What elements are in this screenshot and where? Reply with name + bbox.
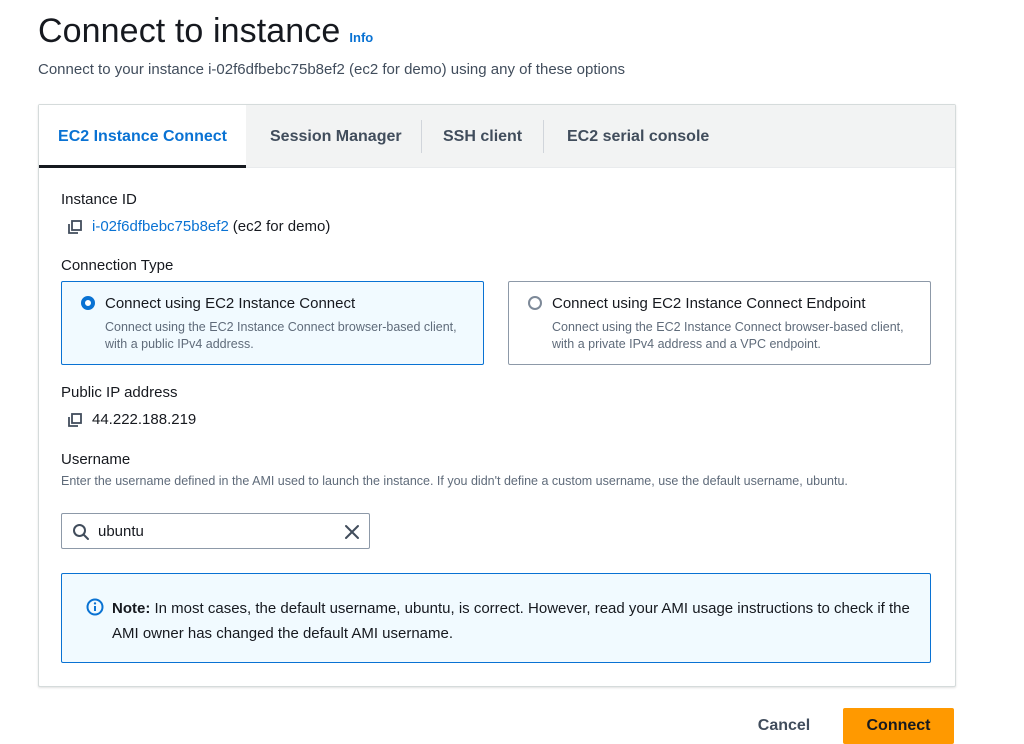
- option-title: Connect using EC2 Instance Connect Endpo…: [552, 295, 866, 312]
- tab-label: EC2 serial console: [567, 128, 710, 145]
- page-subtitle: Connect to your instance i-02f6dfbebc75b…: [38, 61, 626, 78]
- tab-label: Session Manager: [270, 128, 402, 145]
- tab-ec2-serial-console[interactable]: EC2 serial console: [567, 105, 709, 167]
- tab-divider: [421, 120, 422, 153]
- tab-session-manager[interactable]: Session Manager: [270, 105, 402, 167]
- active-tab-indicator: [39, 165, 246, 168]
- username-label: Username: [61, 451, 131, 468]
- instance-id-link[interactable]: i-02f6dfbebc75b8ef2: [92, 218, 229, 235]
- connect-options-panel: EC2 Instance Connect Session Manager SSH…: [38, 104, 956, 687]
- alert-body: In most cases, the default username, ubu…: [112, 600, 910, 642]
- cancel-button[interactable]: Cancel: [742, 708, 826, 744]
- tab-ec2-instance-connect[interactable]: EC2 Instance Connect: [39, 105, 246, 168]
- public-ip-label: Public IP address: [61, 384, 178, 401]
- instance-id-label: Instance ID: [61, 191, 137, 208]
- username-help-text: Enter the username defined in the AMI us…: [61, 474, 848, 488]
- radio-button[interactable]: [81, 296, 95, 310]
- connect-button[interactable]: Connect: [843, 708, 954, 744]
- radio-button[interactable]: [528, 296, 542, 310]
- public-ip-value: 44.222.188.219: [92, 411, 197, 428]
- close-icon[interactable]: [343, 523, 361, 541]
- connection-option-public[interactable]: Connect using EC2 Instance Connect Conne…: [61, 281, 484, 365]
- option-description: Connect using the EC2 Instance Connect b…: [552, 320, 904, 351]
- tabs-bar: EC2 Instance Connect Session Manager SSH…: [39, 105, 955, 168]
- connection-type-label: Connection Type: [61, 257, 174, 274]
- option-description: Connect using the EC2 Instance Connect b…: [105, 320, 457, 351]
- public-ip-row: 44.222.188.219: [67, 411, 196, 428]
- info-icon: [86, 598, 104, 616]
- tab-ssh-client[interactable]: SSH client: [443, 105, 522, 167]
- connection-option-endpoint[interactable]: Connect using EC2 Instance Connect Endpo…: [508, 281, 931, 365]
- tab-label: EC2 Instance Connect: [58, 128, 227, 145]
- alert-prefix: Note:: [112, 600, 151, 617]
- page-title: Connect to instance: [38, 12, 341, 50]
- username-field[interactable]: [61, 513, 370, 549]
- tab-label: SSH client: [443, 128, 523, 145]
- option-title: Connect using EC2 Instance Connect: [105, 295, 356, 312]
- page-header: Connect to instance Info: [38, 12, 373, 51]
- username-input[interactable]: [98, 519, 326, 543]
- info-alert: Note: In most cases, the default usernam…: [61, 573, 931, 663]
- copy-icon[interactable]: [67, 412, 83, 428]
- copy-icon[interactable]: [67, 219, 83, 235]
- instance-name: (ec2 for demo): [232, 218, 331, 235]
- search-icon: [72, 523, 90, 541]
- info-link[interactable]: Info: [349, 30, 373, 45]
- tab-divider: [543, 120, 544, 153]
- instance-id-row: i-02f6dfbebc75b8ef2 (ec2 for demo): [67, 218, 330, 235]
- alert-message: Note: In most cases, the default usernam…: [112, 596, 912, 646]
